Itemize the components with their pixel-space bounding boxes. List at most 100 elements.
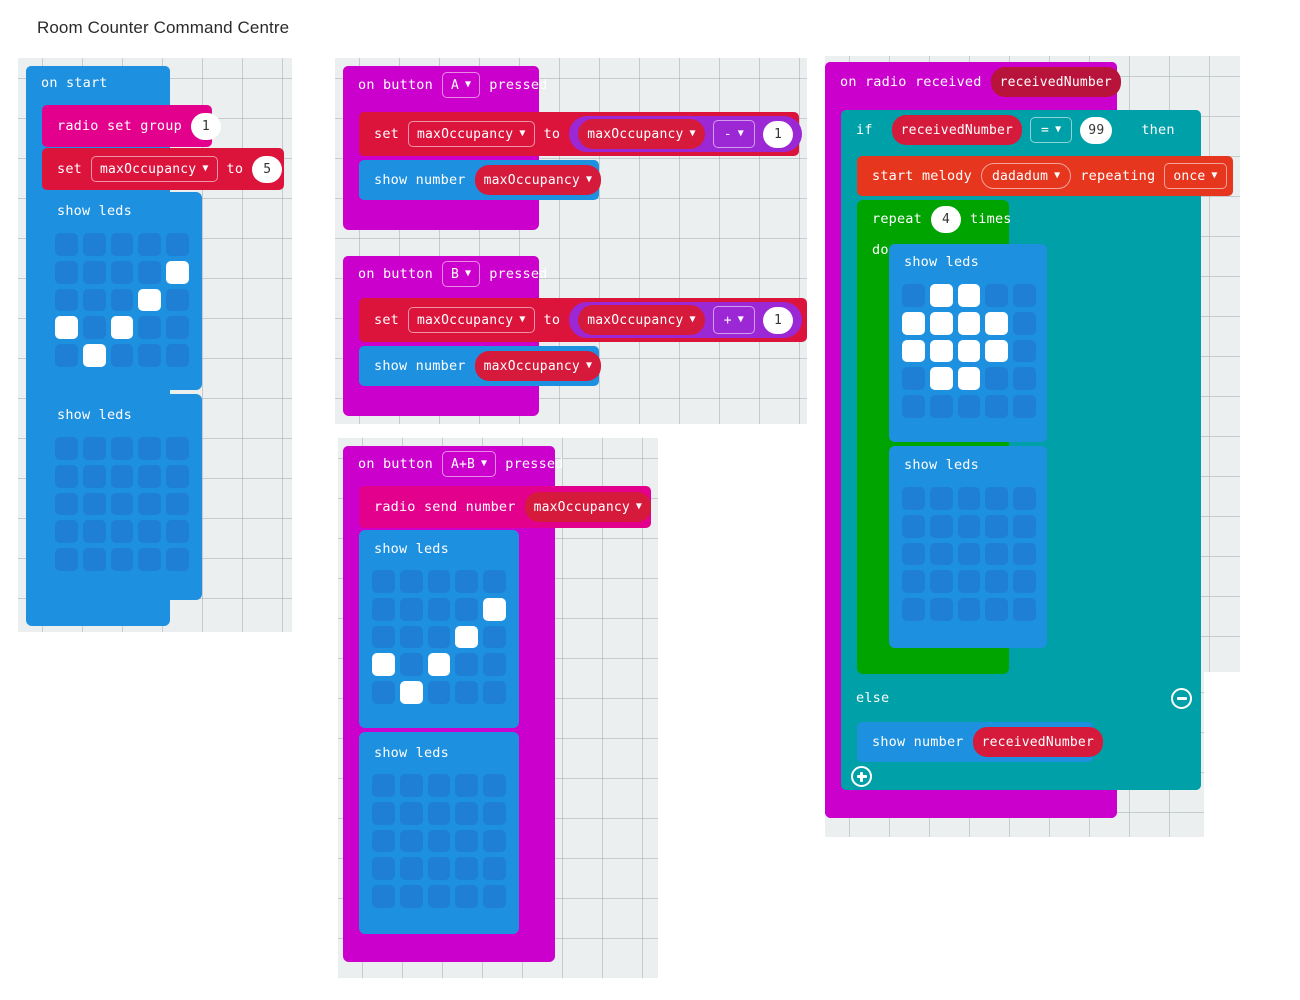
led-cell-r1-c4[interactable]: [166, 464, 189, 488]
led-cell-r3-c0[interactable]: [372, 857, 395, 881]
led-cell-r0-c0[interactable]: [55, 437, 78, 460]
led-cell-r4-c3[interactable]: [138, 344, 162, 367]
led-cell-r0-c0[interactable]: [55, 233, 78, 256]
led-cell-r0-c4[interactable]: [1013, 284, 1036, 307]
led-cell-r1-c1[interactable]: [82, 260, 106, 284]
led-cell-r1-c0[interactable]: [55, 260, 78, 284]
led-cell-r3-c4[interactable]: [1013, 570, 1036, 594]
led-cell-r1-c0[interactable]: [902, 311, 925, 335]
operand-variable-a[interactable]: maxOccupancy ▼: [578, 119, 705, 149]
on-button-ab-header[interactable]: on button A+B ▼ pressed: [343, 446, 563, 482]
led-cell-r2-c1[interactable]: [399, 625, 423, 649]
led-cell-r3-c1[interactable]: [399, 857, 423, 881]
led-cell-r3-c3[interactable]: [985, 570, 1009, 594]
led-cell-r3-c1[interactable]: [82, 520, 106, 544]
operator-dropdown-a[interactable]: - ▼: [712, 120, 756, 148]
math-operation-block-b[interactable]: maxOccupancy ▼ + ▼ 1: [569, 302, 803, 338]
led-cell-r3-c2[interactable]: [427, 857, 451, 881]
led-cell-r3-c2[interactable]: [110, 520, 134, 544]
comparison-block[interactable]: receivedNumber = ▼ 99: [883, 113, 1121, 147]
show-number-block-else[interactable]: show number receivedNumber: [857, 722, 1103, 762]
led-cell-r4-c3[interactable]: [455, 885, 479, 908]
led-cell-r2-c0[interactable]: [372, 625, 395, 649]
led-cell-r0-c3[interactable]: [455, 570, 479, 593]
led-cell-r1-c3[interactable]: [985, 311, 1009, 335]
led-cell-r0-c2[interactable]: [427, 774, 451, 797]
led-cell-r1-c1[interactable]: [399, 801, 423, 825]
led-cell-r2-c1[interactable]: [929, 339, 953, 363]
led-cell-r0-c0[interactable]: [902, 487, 925, 510]
led-cell-r3-c2[interactable]: [957, 367, 981, 391]
set-variable-expr-block-a[interactable]: set maxOccupancy ▼ to maxOccupancy ▼ - ▼…: [359, 112, 803, 156]
led-cell-r2-c4[interactable]: [166, 492, 189, 516]
led-cell-r3-c4[interactable]: [1013, 367, 1036, 391]
add-branch-button[interactable]: [851, 766, 872, 787]
led-cell-r3-c1[interactable]: [929, 570, 953, 594]
led-cell-r1-c0[interactable]: [372, 597, 395, 621]
led-cell-r3-c4[interactable]: [483, 653, 506, 677]
led-cell-r4-c4[interactable]: [1013, 598, 1036, 621]
led-cell-r0-c4[interactable]: [483, 570, 506, 593]
condition-left-variable[interactable]: receivedNumber: [891, 115, 1023, 145]
led-cell-r1-c4[interactable]: [483, 801, 506, 825]
led-cell-r4-c3[interactable]: [985, 598, 1009, 621]
led-cell-r4-c2[interactable]: [110, 548, 134, 571]
led-cell-r0-c2[interactable]: [427, 570, 451, 593]
else-row[interactable]: else: [841, 678, 1201, 718]
led-cell-r2-c2[interactable]: [957, 339, 981, 363]
led-cell-r1-c2[interactable]: [427, 801, 451, 825]
button-a-dropdown[interactable]: A ▼: [441, 72, 481, 98]
led-cell-r0-c0[interactable]: [902, 284, 925, 307]
led-cell-r3-c4[interactable]: [166, 520, 189, 544]
led-cell-r0-c3[interactable]: [138, 233, 162, 256]
led-cell-r4-c1[interactable]: [82, 548, 106, 571]
led-cell-r0-c2[interactable]: [957, 284, 981, 307]
led-cell-r4-c2[interactable]: [427, 681, 451, 704]
led-cell-r1-c2[interactable]: [110, 464, 134, 488]
led-cell-r4-c3[interactable]: [985, 395, 1009, 418]
operand-value-a[interactable]: 1: [763, 120, 794, 148]
led-cell-r1-c2[interactable]: [427, 597, 451, 621]
led-cell-r2-c1[interactable]: [929, 542, 953, 566]
led-cell-r4-c0[interactable]: [372, 885, 395, 908]
led-cell-r1-c3[interactable]: [455, 597, 479, 621]
led-cell-r3-c2[interactable]: [110, 316, 134, 340]
led-cell-r3-c3[interactable]: [455, 857, 479, 881]
led-cell-r4-c1[interactable]: [929, 395, 953, 418]
led-cell-r1-c3[interactable]: [455, 801, 479, 825]
led-cell-r4-c4[interactable]: [1013, 395, 1036, 418]
led-cell-r1-c3[interactable]: [138, 464, 162, 488]
melody-dropdown[interactable]: dadadum ▼: [980, 163, 1072, 189]
led-cell-r3-c1[interactable]: [82, 316, 106, 340]
on-button-b-header[interactable]: on button B ▼ pressed: [343, 256, 547, 292]
set-variable-dropdown-b[interactable]: maxOccupancy ▼: [407, 307, 535, 333]
led-cell-r1-c1[interactable]: [929, 514, 953, 538]
led-cell-r0-c3[interactable]: [138, 437, 162, 460]
led-cell-r4-c4[interactable]: [166, 548, 189, 571]
show-number-variable-b[interactable]: maxOccupancy ▼: [474, 351, 602, 381]
led-cell-r1-c0[interactable]: [902, 514, 925, 538]
led-cell-r0-c4[interactable]: [483, 774, 506, 797]
led-cell-r4-c4[interactable]: [166, 344, 189, 367]
condition-right-value[interactable]: 99: [1080, 116, 1113, 144]
led-cell-r3-c1[interactable]: [399, 653, 423, 677]
led-cell-r0-c2[interactable]: [110, 233, 134, 256]
led-cell-r3-c0[interactable]: [55, 520, 78, 544]
radio-set-group-block[interactable]: radio set group 1: [42, 105, 221, 147]
on-radio-received-header[interactable]: on radio received receivedNumber: [825, 62, 1121, 102]
led-cell-r1-c2[interactable]: [110, 260, 134, 284]
led-cell-r1-c1[interactable]: [82, 464, 106, 488]
led-cell-r2-c1[interactable]: [399, 829, 423, 853]
led-cell-r2-c0[interactable]: [55, 288, 78, 312]
led-cell-r4-c1[interactable]: [82, 344, 106, 367]
led-cell-r2-c3[interactable]: [985, 339, 1009, 363]
led-cell-r1-c4[interactable]: [1013, 311, 1036, 335]
on-start-header[interactable]: on start: [26, 66, 170, 100]
led-cell-r0-c4[interactable]: [166, 437, 189, 460]
led-cell-r3-c1[interactable]: [929, 367, 953, 391]
led-cell-r2-c3[interactable]: [455, 625, 479, 649]
led-cell-r4-c2[interactable]: [957, 395, 981, 418]
led-cell-r4-c1[interactable]: [399, 885, 423, 908]
led-cell-r0-c1[interactable]: [929, 284, 953, 307]
led-cell-r2-c2[interactable]: [427, 625, 451, 649]
